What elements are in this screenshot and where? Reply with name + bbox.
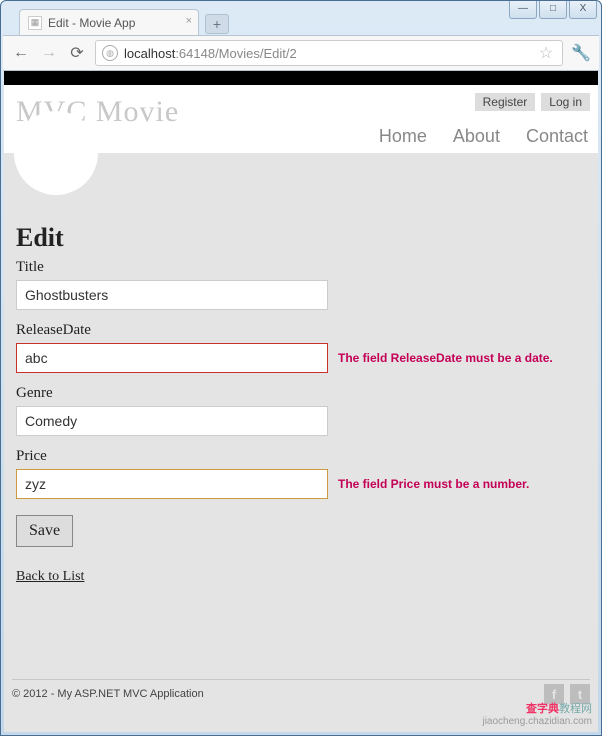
- maximize-button[interactable]: □: [539, 1, 567, 19]
- settings-wrench-icon[interactable]: 🔧: [571, 43, 591, 63]
- field-releasedate: ReleaseDate The field ReleaseDate must b…: [16, 322, 586, 373]
- facebook-icon[interactable]: f: [544, 684, 564, 704]
- input-genre[interactable]: [16, 406, 328, 436]
- watermark-suffix: 教程网: [559, 703, 592, 715]
- social-icons: f t: [544, 684, 590, 704]
- page-heading: Edit: [16, 223, 586, 253]
- validation-price: The field Price must be a number.: [338, 477, 529, 491]
- favicon-icon: ▦: [28, 16, 42, 30]
- back-button[interactable]: ←: [11, 43, 31, 63]
- label-price: Price: [16, 448, 586, 465]
- page-body: Edit Title ReleaseDate The field Release…: [4, 153, 598, 595]
- bookmark-star-icon[interactable]: ☆: [536, 43, 556, 63]
- minimize-button[interactable]: —: [509, 1, 537, 19]
- new-tab-button[interactable]: +: [205, 14, 229, 34]
- browser-toolbar: ← → ⟳ ◍ localhost:64148/Movies/Edit/2 ☆ …: [3, 35, 599, 71]
- validation-releasedate: The field ReleaseDate must be a date.: [338, 351, 553, 365]
- source-watermark: 查字典教程网 jiaocheng.chazidian.com: [482, 703, 592, 728]
- field-price: Price The field Price must be a number.: [16, 448, 586, 499]
- save-button[interactable]: Save: [16, 515, 73, 547]
- url-rest: :64148/Movies/Edit/2: [175, 46, 296, 61]
- close-button[interactable]: X: [569, 1, 597, 19]
- main-nav: Home About Contact: [379, 126, 588, 147]
- label-releasedate: ReleaseDate: [16, 322, 586, 339]
- nav-about[interactable]: About: [453, 126, 500, 147]
- input-title[interactable]: [16, 280, 328, 310]
- top-black-bar: [4, 71, 598, 85]
- login-link[interactable]: Log in: [541, 93, 590, 111]
- label-genre: Genre: [16, 385, 586, 402]
- footer-text: © 2012 - My ASP.NET MVC Application: [12, 688, 204, 700]
- field-title: Title: [16, 259, 586, 310]
- watermark-cn: 查字典: [526, 703, 559, 715]
- register-link[interactable]: Register: [475, 93, 536, 111]
- site-footer: © 2012 - My ASP.NET MVC Application f t: [12, 679, 590, 704]
- input-releasedate[interactable]: [16, 343, 328, 373]
- address-bar[interactable]: ◍ localhost:64148/Movies/Edit/2 ☆: [95, 40, 563, 66]
- auth-links: Register Log in: [475, 93, 590, 111]
- browser-tab-active[interactable]: ▦ Edit - Movie App ×: [19, 9, 199, 35]
- tab-title: Edit - Movie App: [48, 16, 135, 30]
- input-price[interactable]: [16, 469, 328, 499]
- url-host: localhost: [124, 46, 175, 61]
- field-genre: Genre: [16, 385, 586, 436]
- back-to-list-link[interactable]: Back to List: [16, 569, 84, 585]
- site-header: MVC Movie Register Log in Home About Con…: [4, 85, 598, 153]
- label-title: Title: [16, 259, 586, 276]
- nav-home[interactable]: Home: [379, 126, 427, 147]
- twitter-icon[interactable]: t: [570, 684, 590, 704]
- page-viewport: MVC Movie Register Log in Home About Con…: [4, 71, 598, 732]
- globe-icon: ◍: [102, 45, 118, 61]
- window-frame: — □ X ▦ Edit - Movie App × + ← → ⟳ ◍ loc…: [0, 0, 602, 736]
- reload-button[interactable]: ⟳: [67, 43, 87, 63]
- tab-close-icon[interactable]: ×: [186, 15, 192, 27]
- nav-contact[interactable]: Contact: [526, 126, 588, 147]
- watermark-host: jiaocheng.chazidian.com: [482, 716, 592, 728]
- forward-button[interactable]: →: [39, 43, 59, 63]
- window-controls: — □ X: [509, 1, 597, 19]
